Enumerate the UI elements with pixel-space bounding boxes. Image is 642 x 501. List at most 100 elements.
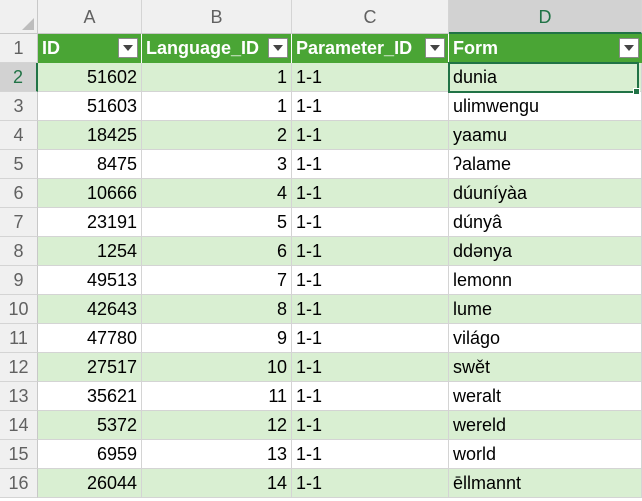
cell-form[interactable]: swět — [449, 353, 642, 382]
cell-language-id[interactable]: 11 — [142, 382, 292, 411]
filter-button-id[interactable] — [118, 38, 138, 58]
cell-id[interactable]: 26044 — [38, 469, 142, 498]
cell-id[interactable]: 1254 — [38, 237, 142, 266]
cell-id[interactable]: 49513 — [38, 266, 142, 295]
cell-language-id[interactable]: 2 — [142, 121, 292, 150]
dropdown-filter-icon — [624, 45, 634, 51]
row-header-9[interactable]: 9 — [0, 266, 38, 295]
row-header-15[interactable]: 15 — [0, 440, 38, 469]
cell-form[interactable]: dúnyâ — [449, 208, 642, 237]
dropdown-filter-icon — [430, 45, 440, 51]
cell-parameter-id[interactable]: 1-1 — [292, 92, 449, 121]
row-header-10[interactable]: 10 — [0, 295, 38, 324]
cell-parameter-id[interactable]: 1-1 — [292, 411, 449, 440]
cell-id[interactable]: 10666 — [38, 179, 142, 208]
cell-form[interactable]: dúuníyàa — [449, 179, 642, 208]
row-header-7[interactable]: 7 — [0, 208, 38, 237]
filter-button-form[interactable] — [619, 38, 639, 58]
table-header-label: Parameter_ID — [296, 38, 413, 58]
row-header-13[interactable]: 13 — [0, 382, 38, 411]
cell-parameter-id[interactable]: 1-1 — [292, 382, 449, 411]
cell-form[interactable]: weralt — [449, 382, 642, 411]
row-header-8[interactable]: 8 — [0, 237, 38, 266]
cell-language-id[interactable]: 14 — [142, 469, 292, 498]
row-header-11[interactable]: 11 — [0, 324, 38, 353]
cell-parameter-id[interactable]: 1-1 — [292, 150, 449, 179]
cell-id[interactable]: 6959 — [38, 440, 142, 469]
cell-form[interactable]: lume — [449, 295, 642, 324]
table-header-id[interactable]: ID — [38, 34, 142, 63]
cell-form[interactable]: ulimwengu — [449, 92, 642, 121]
table-header-parameter-id[interactable]: Parameter_ID — [292, 34, 449, 63]
cell-form[interactable]: ʔalame — [449, 150, 642, 179]
cell-parameter-id[interactable]: 1-1 — [292, 208, 449, 237]
table-header-label: ID — [42, 38, 60, 58]
cell-parameter-id[interactable]: 1-1 — [292, 469, 449, 498]
cell-parameter-id[interactable]: 1-1 — [292, 440, 449, 469]
cell-parameter-id[interactable]: 1-1 — [292, 237, 449, 266]
dropdown-filter-icon — [273, 45, 283, 51]
cell-language-id[interactable]: 8 — [142, 295, 292, 324]
table-header-label: Form — [453, 38, 498, 58]
cell-id[interactable]: 42643 — [38, 295, 142, 324]
cell-id[interactable]: 51603 — [38, 92, 142, 121]
table-header-language-id[interactable]: Language_ID — [142, 34, 292, 63]
cell-language-id[interactable]: 4 — [142, 179, 292, 208]
cell-id[interactable]: 18425 — [38, 121, 142, 150]
cell-language-id[interactable]: 5 — [142, 208, 292, 237]
row-header-1[interactable]: 1 — [0, 34, 38, 63]
cell-parameter-id[interactable]: 1-1 — [292, 266, 449, 295]
column-header-c[interactable]: C — [292, 0, 449, 34]
cell-form[interactable]: world — [449, 440, 642, 469]
cell-id[interactable]: 47780 — [38, 324, 142, 353]
cell-id[interactable]: 35621 — [38, 382, 142, 411]
row-header-16[interactable]: 16 — [0, 469, 38, 498]
cell-language-id[interactable]: 1 — [142, 92, 292, 121]
fill-handle[interactable] — [633, 88, 640, 95]
row-header-5[interactable]: 5 — [0, 150, 38, 179]
cell-form[interactable]: dunia — [449, 63, 642, 92]
filter-button-language-id[interactable] — [268, 38, 288, 58]
cell-language-id[interactable]: 3 — [142, 150, 292, 179]
row-header-14[interactable]: 14 — [0, 411, 38, 440]
cell-id[interactable]: 8475 — [38, 150, 142, 179]
cell-form[interactable]: wereld — [449, 411, 642, 440]
column-header-a[interactable]: A — [38, 0, 142, 34]
cell-id[interactable]: 5372 — [38, 411, 142, 440]
cell-id[interactable]: 27517 — [38, 353, 142, 382]
filter-button-parameter-id[interactable] — [425, 38, 445, 58]
cell-parameter-id[interactable]: 1-1 — [292, 324, 449, 353]
cell-language-id[interactable]: 9 — [142, 324, 292, 353]
cell-id[interactable]: 23191 — [38, 208, 142, 237]
spreadsheet: A B C D 1 ID Language_ID Parameter_ID Fo… — [0, 0, 642, 501]
cell-parameter-id[interactable]: 1-1 — [292, 179, 449, 208]
cell-form[interactable]: ēllmannt — [449, 469, 642, 498]
table-header-label: Language_ID — [146, 38, 260, 58]
cell-parameter-id[interactable]: 1-1 — [292, 121, 449, 150]
cell-language-id[interactable]: 10 — [142, 353, 292, 382]
cell-parameter-id[interactable]: 1-1 — [292, 353, 449, 382]
cell-parameter-id[interactable]: 1-1 — [292, 63, 449, 92]
cell-form[interactable]: lemonn — [449, 266, 642, 295]
dropdown-filter-icon — [123, 45, 133, 51]
cell-parameter-id[interactable]: 1-1 — [292, 295, 449, 324]
row-header-3[interactable]: 3 — [0, 92, 38, 121]
cell-language-id[interactable]: 13 — [142, 440, 292, 469]
select-all-triangle-icon — [22, 18, 34, 30]
select-all-corner[interactable] — [0, 0, 38, 34]
cell-form[interactable]: yaamu — [449, 121, 642, 150]
cell-language-id[interactable]: 12 — [142, 411, 292, 440]
cell-language-id[interactable]: 1 — [142, 63, 292, 92]
column-header-d[interactable]: D — [449, 0, 642, 34]
row-header-4[interactable]: 4 — [0, 121, 38, 150]
row-header-2[interactable]: 2 — [0, 63, 38, 92]
cell-form[interactable]: ddənya — [449, 237, 642, 266]
cell-id[interactable]: 51602 — [38, 63, 142, 92]
cell-language-id[interactable]: 7 — [142, 266, 292, 295]
cell-language-id[interactable]: 6 — [142, 237, 292, 266]
column-header-b[interactable]: B — [142, 0, 292, 34]
row-header-12[interactable]: 12 — [0, 353, 38, 382]
table-header-form[interactable]: Form — [449, 34, 642, 63]
cell-form[interactable]: világo — [449, 324, 642, 353]
row-header-6[interactable]: 6 — [0, 179, 38, 208]
